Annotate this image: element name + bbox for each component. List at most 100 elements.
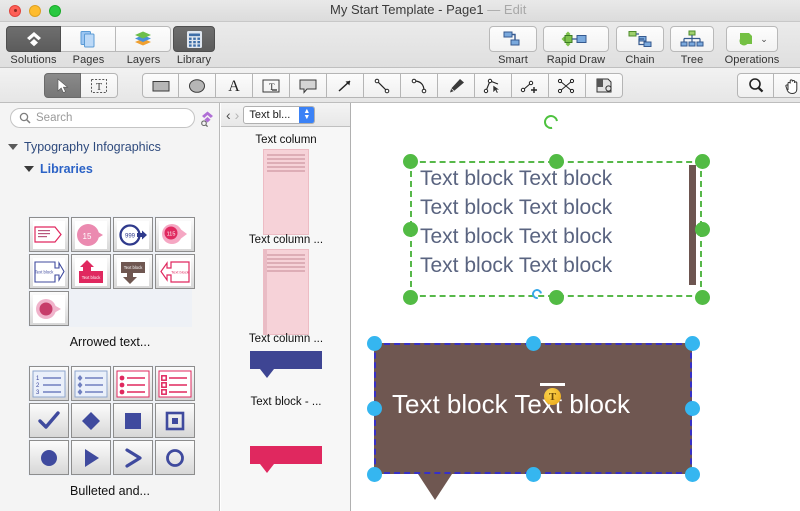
resize-handle-top-center[interactable] [549, 154, 564, 169]
solutions-icon[interactable] [6, 26, 61, 52]
resize-handle-top-center[interactable] [526, 336, 541, 351]
resize-handle-middle-left[interactable] [403, 222, 418, 237]
resize-handle-bottom-center[interactable] [526, 467, 541, 482]
resize-handle-bottom-right[interactable] [695, 290, 710, 305]
toolbar-pages[interactable]: Pages [61, 26, 116, 66]
toolbar-library[interactable]: Library [166, 26, 222, 66]
library-thumb[interactable] [155, 366, 195, 401]
pages-icon[interactable] [61, 26, 116, 52]
resize-handle-middle-right[interactable] [695, 222, 710, 237]
chain-icon[interactable] [616, 26, 664, 52]
ellipse-tool[interactable] [179, 73, 216, 98]
text-column-shape[interactable] [263, 149, 309, 235]
callout-blue-shape[interactable] [250, 351, 322, 378]
drawing-canvas[interactable]: Text block Text block Text block Text bl… [352, 103, 800, 511]
library-thumb[interactable]: 15 [71, 217, 111, 252]
edit-points-tool[interactable] [475, 73, 512, 98]
library-thumb[interactable] [71, 403, 111, 438]
library-thumb[interactable]: Text block [71, 254, 111, 289]
text-block-line: Text block Text block [420, 167, 613, 190]
callout-pink-shape[interactable] [250, 446, 322, 473]
resize-handle-top-right[interactable] [695, 154, 710, 169]
library-thumb[interactable]: Text block [29, 254, 69, 289]
library-thumb[interactable]: 999 [113, 217, 153, 252]
pointer-tool[interactable] [44, 73, 81, 98]
library-thumb[interactable] [29, 217, 69, 252]
library-item[interactable]: Text column ... [221, 234, 350, 335]
text-tool[interactable]: A [216, 73, 253, 98]
resize-handle-top-left[interactable] [367, 336, 382, 351]
resize-handle-top-right[interactable] [685, 336, 700, 351]
disclosure-triangle-icon[interactable] [8, 144, 18, 150]
connector-edit-tool[interactable] [549, 73, 586, 98]
pen-tool[interactable] [438, 73, 475, 98]
tree-icon[interactable] [670, 26, 714, 52]
library-grid-icon[interactable] [173, 26, 215, 52]
search-input[interactable]: Search [10, 108, 195, 128]
resize-handle-middle-left[interactable] [367, 401, 382, 416]
callout-text-block-selected[interactable]: Text block Text block T [367, 336, 700, 500]
resize-handle-bottom-left[interactable] [367, 467, 382, 482]
library-thumb[interactable] [71, 440, 111, 475]
library-thumb[interactable]: 123 [29, 366, 69, 401]
rapid-draw-icon[interactable] [543, 26, 609, 52]
library-thumb[interactable] [155, 440, 195, 475]
toolbar-chain[interactable]: Chain [613, 26, 667, 66]
callout-tool[interactable] [290, 73, 327, 98]
toolbar-solutions[interactable]: Solutions [6, 26, 61, 66]
add-point-tool[interactable] [512, 73, 549, 98]
toolbar-operations[interactable]: ⌄ Operations [716, 26, 788, 66]
library-thumb[interactable] [113, 403, 153, 438]
library-item[interactable]: Text column [221, 134, 350, 235]
chain-label: Chain [625, 54, 655, 66]
library-selector[interactable]: Text bl... ▲ ▼ [243, 105, 316, 124]
tree-item-libraries[interactable]: Libraries [0, 158, 219, 180]
toolbar-smart[interactable]: Smart [487, 26, 539, 66]
library-thumb[interactable] [29, 403, 69, 438]
tool-strip: T A T [0, 68, 800, 103]
window-title-suffix: — Edit [487, 2, 527, 17]
operations-icon[interactable]: ⌄ [726, 26, 778, 52]
stepper-arrows-icon[interactable]: ▲ ▼ [299, 106, 315, 123]
rectangle-tool[interactable] [142, 73, 179, 98]
disclosure-triangle-icon[interactable] [24, 166, 34, 172]
arrow-tool[interactable] [327, 73, 364, 98]
library-item[interactable]: Text block - ... [221, 396, 350, 473]
library-thumb[interactable] [113, 366, 153, 401]
layers-icon[interactable] [116, 26, 171, 52]
resize-handle-bottom-left[interactable] [403, 290, 418, 305]
toolbar-tree[interactable]: Tree [668, 26, 716, 66]
library-thumb[interactable] [113, 440, 153, 475]
solutions-pin-icon[interactable] [199, 110, 216, 127]
nav-forward-icon[interactable]: › [235, 108, 240, 122]
rotation-handle-icon[interactable] [541, 112, 561, 132]
pan-tool[interactable] [774, 73, 800, 98]
line-tool[interactable] [364, 73, 401, 98]
resize-handle-bottom-right[interactable] [685, 467, 700, 482]
library-thumb[interactable] [71, 366, 111, 401]
tree-item-typography-infographics[interactable]: Typography Infographics [0, 136, 219, 158]
hyperlink-tool[interactable] [586, 73, 623, 98]
zoom-tool[interactable] [737, 73, 774, 98]
resize-handle-top-left[interactable] [403, 154, 418, 169]
toolbar-rapid-draw[interactable]: Rapid Draw [540, 26, 612, 66]
resize-handle-middle-right[interactable] [685, 401, 700, 416]
library-thumb[interactable]: Text block [155, 254, 195, 289]
text-field-tool[interactable]: T [253, 73, 290, 98]
tree-item-label: Libraries [40, 162, 93, 176]
library-thumb[interactable] [155, 403, 195, 438]
library-thumb[interactable]: 115 [155, 217, 195, 252]
text-column-shape[interactable] [263, 249, 309, 335]
smart-connector-icon[interactable] [489, 26, 537, 52]
resize-handle-bottom-center[interactable] [549, 290, 564, 305]
curve-tool[interactable] [401, 73, 438, 98]
library-item[interactable]: Text column ... [221, 333, 350, 378]
chevron-down-icon[interactable]: ⌄ [760, 34, 768, 45]
toolbar-layers[interactable]: Layers [116, 26, 171, 66]
text-select-tool[interactable]: T [81, 73, 118, 98]
nav-back-icon[interactable]: ‹ [226, 108, 231, 122]
library-thumb[interactable] [29, 440, 69, 475]
library-thumb[interactable]: Text block [113, 254, 153, 289]
text-block-group-selected[interactable]: Text block Text block Text block Text bl… [403, 154, 710, 305]
library-thumb[interactable] [29, 291, 69, 326]
